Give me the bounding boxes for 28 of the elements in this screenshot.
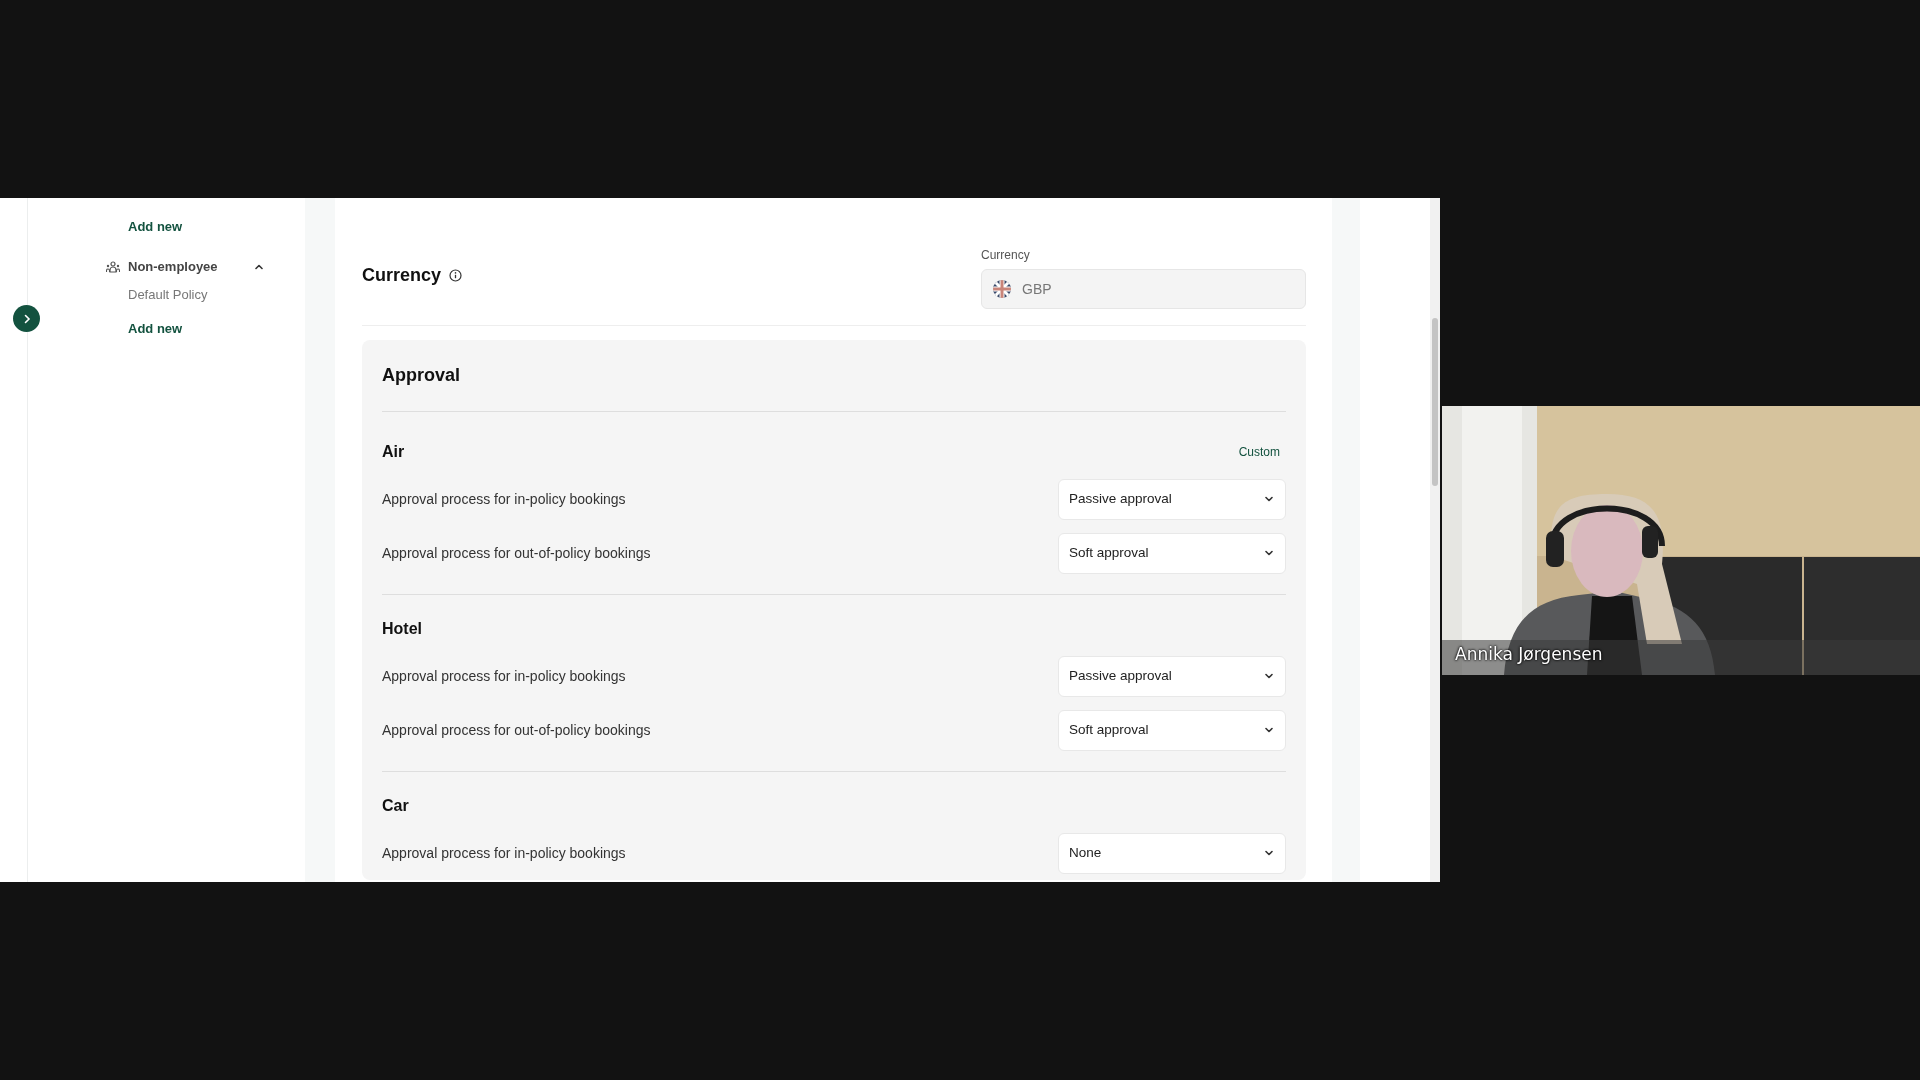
add-new-link[interactable]: Add new [28, 318, 305, 352]
setting-label: Approval process for out-of-policy bookings [382, 543, 651, 563]
add-new-link[interactable]: Add new [28, 216, 305, 250]
group-label: Non-employee [128, 258, 219, 277]
expand-button[interactable] [13, 305, 40, 332]
sidebar-group[interactable]: Non-employee [28, 250, 305, 284]
category-title: Hotel [382, 619, 422, 639]
setting-label: Approval process for in-policy bookings [382, 666, 626, 686]
info-icon[interactable] [449, 269, 463, 282]
setting-label: Approval process for in-policy bookings [382, 489, 626, 509]
section-title: Approval [382, 364, 461, 387]
flag-icon [992, 279, 1012, 299]
field-value: GBP [1022, 279, 1052, 299]
category-title: Car [382, 796, 409, 816]
category-title: Air [382, 442, 405, 462]
setting-label: Approval process for in-policy bookings [382, 843, 626, 863]
approval-dropdown[interactable]: Soft approval [1058, 709, 1286, 751]
approval-dropdown[interactable]: Soft approval [1058, 532, 1286, 574]
section-title: Currency [362, 264, 442, 287]
setting-label: Approval process for out-of-policy bookings [382, 720, 651, 740]
field-label: Currency [981, 247, 1031, 264]
approval-dropdown[interactable]: None [1058, 832, 1286, 874]
sidebar-item[interactable]: Default Policy [28, 284, 305, 318]
approval-dropdown[interactable]: Passive approval [1058, 655, 1286, 697]
approval-dropdown[interactable]: Passive approval [1058, 478, 1286, 520]
custom-label: Custom [1238, 444, 1280, 461]
scrollbar[interactable] [1430, 198, 1440, 882]
people-icon [106, 261, 120, 273]
